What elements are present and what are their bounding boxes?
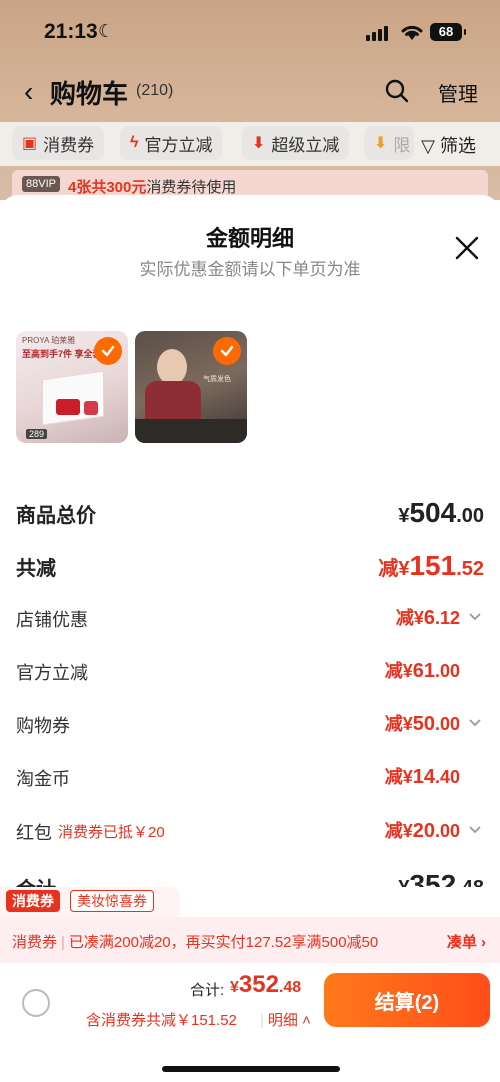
close-icon[interactable] xyxy=(454,235,480,261)
search-icon[interactable] xyxy=(384,78,410,104)
row-label: 官方立减 xyxy=(16,663,88,683)
discount-note: 含消费券共减￥151.52 xyxy=(86,1012,237,1029)
manage-button[interactable]: 管理 xyxy=(438,78,478,107)
row-shopping-coupon[interactable]: 购物券 减¥50.00 xyxy=(16,710,484,740)
row-label: 店铺优惠 xyxy=(16,610,88,630)
product-jar xyxy=(56,399,80,415)
signal-icon xyxy=(366,26,388,41)
vip-badge: 88VIP xyxy=(22,176,60,192)
product-brand: PROYA 珀莱雅 xyxy=(22,336,76,345)
model-face xyxy=(157,349,187,385)
status-bar: 21:13 ☾ 68 xyxy=(0,18,500,50)
row-subtotal: 合计 ¥352.48 xyxy=(16,869,484,887)
filter-chip-coupon[interactable]: ▣ 消费券 xyxy=(12,126,105,160)
filter-chip-official[interactable]: ϟ 官方立减 xyxy=(120,126,223,160)
row-value: 减¥14.40 xyxy=(384,766,460,788)
sum-value: ¥352.48 xyxy=(230,971,302,998)
hongbao-note: 消费券已抵￥20 xyxy=(58,824,165,841)
filter-chip-limited[interactable]: ⬇ 限 xyxy=(364,126,414,160)
row-value: 减¥50.00 xyxy=(384,713,460,735)
arrow-down-icon: ⬇ xyxy=(252,135,266,152)
lightning-icon: ϟ xyxy=(130,134,139,151)
checkmark-icon[interactable] xyxy=(213,337,241,365)
row-value: 减¥151.52 xyxy=(378,550,484,581)
row-goods-total: 商品总价 ¥504.00 xyxy=(16,497,484,528)
product-headline: 气质发色 xyxy=(203,376,231,383)
row-value: 减¥20.00 xyxy=(384,820,460,842)
chevron-down-icon[interactable] xyxy=(468,718,482,728)
sheet-title: 金额明细 xyxy=(205,226,294,251)
status-time: 21:13 xyxy=(44,20,98,43)
sheet-subtitle: 实际优惠金额请以下单页为准 xyxy=(139,260,361,279)
checkout-bar: 合计: ¥352.48 含消费券共减￥151.52 | 明细 ˄ 结算(2) xyxy=(0,963,500,1043)
checkout-button[interactable]: 结算(2) xyxy=(324,973,490,1027)
row-value: ¥504.00 xyxy=(398,497,484,528)
row-hongbao[interactable]: 红包 消费券已抵￥20 减¥20.00 xyxy=(16,817,484,847)
promo-bar[interactable]: 消费券 | 已凑满200减20，再买实付127.52享满500减50 凑单 › xyxy=(0,917,500,963)
row-value: 减¥6.12 xyxy=(395,607,460,629)
product-price-tag: 289 xyxy=(26,429,48,439)
chevron-right-icon: › xyxy=(481,934,486,951)
filter-button[interactable]: ▽ 筛选 xyxy=(421,132,476,158)
row-official-discount: 官方立减 减¥61.00 xyxy=(16,657,484,687)
chevron-down-icon[interactable] xyxy=(468,612,482,622)
promo-tag: 消费券 xyxy=(12,934,58,951)
coupon-icon: ▣ xyxy=(22,135,38,152)
battery-icon: 68 xyxy=(430,23,466,41)
funnel-icon: ▽ xyxy=(421,136,435,156)
arrow-down-icon: ⬇ xyxy=(374,135,388,152)
product-thumbnail-2[interactable]: 气质发色 xyxy=(135,331,247,443)
coupon-tag-bar: 消费券 美妆惊喜券 xyxy=(0,887,180,917)
home-indicator xyxy=(162,1066,340,1072)
row-value: 减¥61.00 xyxy=(384,660,460,682)
color-swatch-strip xyxy=(135,419,247,443)
detail-toggle[interactable]: | 明细 ˄ xyxy=(260,1009,311,1030)
filter-chip-super[interactable]: ⬇ 超级立减 xyxy=(242,126,350,160)
back-icon[interactable]: ‹ xyxy=(24,76,33,108)
nav-bar: ‹ 购物车 (210) 管理 xyxy=(0,70,500,110)
sum-label: 合计: xyxy=(190,982,225,999)
row-label: 淘金币 xyxy=(16,769,70,789)
row-taojinbi: 淘金币 减¥14.40 xyxy=(16,763,484,793)
select-all-radio[interactable] xyxy=(22,989,50,1017)
product-headline: 至高到手7件 享全套 xyxy=(22,349,102,359)
checkmark-icon[interactable] xyxy=(94,337,122,365)
promo-text: 已凑满200减20，再买实付127.52享满500减50 xyxy=(68,934,379,951)
filter-bar: ▣ 消费券 ϟ 官方立减 ⬇ 超级立减 ⬇ 限 ▽ 筛选 xyxy=(0,122,500,166)
add-items-link[interactable]: 凑单 › xyxy=(447,931,486,952)
row-shop-discount[interactable]: 店铺优惠 减¥6.12 xyxy=(16,604,484,634)
row-label: 合计 xyxy=(16,873,56,887)
model-body xyxy=(145,381,201,421)
moon-icon: ☾ xyxy=(98,21,115,41)
chevron-down-icon[interactable] xyxy=(468,825,482,835)
beauty-coupon-tag[interactable]: 美妆惊喜券 xyxy=(70,890,154,912)
row-label: 购物券 xyxy=(16,716,70,736)
product-jar xyxy=(84,401,98,415)
product-thumbnail-1[interactable]: PROYA 珀莱雅 至高到手7件 享全套 289 xyxy=(16,331,128,443)
page-title: 购物车 xyxy=(50,79,129,109)
cart-count: (210) xyxy=(136,82,174,99)
row-total-discount: 共减 减¥151.52 xyxy=(16,550,484,581)
row-value: ¥352.48 xyxy=(398,869,484,887)
vip-text: 消费券待使用 xyxy=(146,179,237,196)
wifi-icon xyxy=(401,25,423,40)
row-label: 共减 xyxy=(16,558,56,580)
row-label: 商品总价 xyxy=(16,505,96,527)
chevron-up-icon: ˄ xyxy=(302,1012,311,1029)
vip-highlight: 4张共300元 xyxy=(68,179,147,196)
row-label: 红包 xyxy=(16,823,52,843)
coupon-tag[interactable]: 消费券 xyxy=(6,890,60,912)
product-box xyxy=(42,370,104,426)
